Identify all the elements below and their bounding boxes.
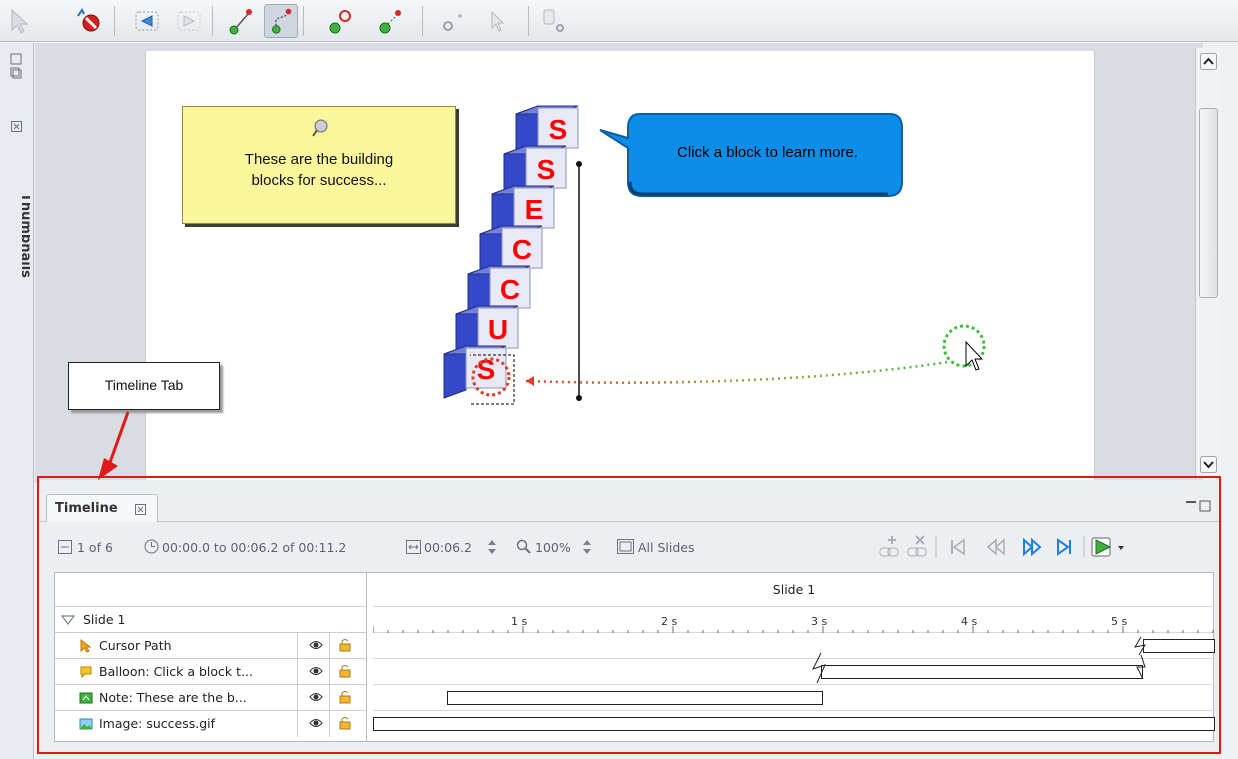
slide-icon xyxy=(58,540,72,554)
visibility-eye-icon[interactable] xyxy=(309,691,323,703)
path-curve-icon[interactable] xyxy=(264,4,298,38)
transition-icon xyxy=(812,652,826,684)
fast-forward-icon[interactable] xyxy=(1023,537,1042,557)
rewind-icon[interactable] xyxy=(986,538,1005,556)
lock-icon[interactable] xyxy=(339,638,351,652)
delete-no-entry-icon[interactable] xyxy=(72,4,106,38)
lock-icon[interactable] xyxy=(339,664,351,678)
timeline-slide-title: Slide 1 xyxy=(772,582,816,597)
scroll-up-icon[interactable] xyxy=(1200,53,1217,70)
minimize-maximize-icon[interactable] xyxy=(1184,498,1214,514)
timeline-controls xyxy=(879,535,1124,558)
clock-icon xyxy=(144,539,159,554)
go-last-icon[interactable] xyxy=(1057,538,1071,556)
callout-text: Timeline Tab xyxy=(104,377,184,393)
layer-label: Slide 1 xyxy=(83,612,126,627)
all-slides-icon[interactable] xyxy=(617,539,634,554)
layer-label: Cursor Path xyxy=(99,638,172,653)
image-icon xyxy=(79,718,93,730)
side-panel-strip: Thumbnails xyxy=(0,43,34,759)
layer-label: Image: success.gif xyxy=(99,716,216,731)
visibility-eye-icon[interactable] xyxy=(309,639,323,651)
duration-stepper-icon[interactable] xyxy=(487,538,497,556)
play-icon[interactable] xyxy=(1091,537,1112,557)
layer-row-note[interactable]: Note: These are the b... xyxy=(55,685,367,711)
cursor-icon xyxy=(80,639,92,653)
timeline-bar-balloon[interactable] xyxy=(821,665,1143,679)
thumbnails-label: Thumbnails xyxy=(18,193,30,278)
go-first-icon[interactable] xyxy=(951,538,965,556)
thumbnails-tab[interactable]: Thumbnails xyxy=(4,193,30,303)
timeline-grid: Slide 1 Cursor Path Balloon: Click a blo… xyxy=(54,572,1215,742)
timeline-tab-callout: Timeline Tab xyxy=(68,362,220,410)
track-balloon[interactable] xyxy=(373,652,1215,685)
track-cursor[interactable] xyxy=(373,633,1215,659)
path-split-icon[interactable] xyxy=(374,4,408,38)
expand-triangle-icon[interactable] xyxy=(61,615,75,625)
back-arrow-icon[interactable] xyxy=(130,4,164,38)
restore-icon[interactable] xyxy=(10,53,22,81)
cursor-point-icon[interactable] xyxy=(480,4,514,38)
timeline-ruler[interactable]: 1 s 2 s 3 s 4 s 5 s xyxy=(373,607,1215,633)
timeline-tab[interactable]: Timeline xyxy=(46,494,158,522)
callout-arrow-icon xyxy=(98,411,130,480)
link-add-icon[interactable] xyxy=(879,536,899,557)
pushpin-icon xyxy=(312,119,328,137)
timeline-layers: Slide 1 Cursor Path Balloon: Click a blo… xyxy=(55,573,367,741)
hand-point-icon[interactable] xyxy=(536,4,570,38)
timeline-bar-image[interactable] xyxy=(373,717,1215,731)
slide-count: 1 of 6 xyxy=(77,540,113,555)
path-join-icon[interactable] xyxy=(324,4,358,38)
note-caption[interactable]: These are the building blocks for succes… xyxy=(182,106,456,224)
track-note[interactable] xyxy=(373,685,1215,711)
play-dropdown-icon[interactable] xyxy=(1118,546,1124,550)
track-image[interactable] xyxy=(373,711,1215,737)
layer-row-cursor[interactable]: Cursor Path xyxy=(55,633,367,659)
duration-icon xyxy=(406,540,421,554)
zoom-icon xyxy=(516,539,531,554)
cursor-path[interactable] xyxy=(470,150,1010,410)
close-icon[interactable] xyxy=(135,504,146,515)
all-slides-label[interactable]: All Slides xyxy=(638,540,695,555)
note-text: These are the building blocks for succes… xyxy=(244,151,394,189)
layers-header xyxy=(55,573,367,607)
layer-row-balloon[interactable]: Balloon: Click a block t... xyxy=(55,659,367,685)
select-arrow-icon[interactable] xyxy=(4,4,38,38)
app-window: Thumbnails These are the building blocks… xyxy=(0,0,1238,759)
timeline-tab-label: Timeline xyxy=(55,501,118,516)
zoom-value[interactable]: 100% xyxy=(535,540,571,555)
layer-label: Balloon: Click a block t... xyxy=(99,664,253,679)
timeline-bar-note[interactable] xyxy=(447,691,823,705)
scroll-thumb[interactable] xyxy=(1199,108,1218,298)
zoom-stepper-icon[interactable] xyxy=(582,538,592,556)
layer-row-slide[interactable]: Slide 1 xyxy=(55,607,367,633)
transition-icon xyxy=(1136,654,1146,680)
layer-row-image[interactable]: Image: success.gif xyxy=(55,711,367,737)
lock-icon[interactable] xyxy=(339,690,351,704)
timeline-slide-header: Slide 1 xyxy=(373,573,1215,607)
timeline-tracks: Slide 1 1 s 2 s 3 s 4 s 5 s xyxy=(373,573,1215,741)
timeline-panel: Timeline 1 of 6 00:00.0 to 00:06.2 of 00… xyxy=(40,480,1220,756)
add-point-icon[interactable] xyxy=(436,4,470,38)
forward-arrow-icon[interactable] xyxy=(172,4,206,38)
block-letter: S xyxy=(549,114,568,145)
note-icon xyxy=(79,692,93,704)
timeline-header: Timeline xyxy=(40,492,1220,522)
vertical-scrollbar[interactable] xyxy=(1195,48,1221,478)
close-icon[interactable] xyxy=(11,121,22,132)
lock-icon[interactable] xyxy=(339,716,351,730)
visibility-eye-icon[interactable] xyxy=(309,717,323,729)
duration-value[interactable]: 00:06.2 xyxy=(424,540,472,555)
time-range: 00:00.0 to 00:06.2 of 00:11.2 xyxy=(162,540,347,555)
layer-label: Note: These are the b... xyxy=(99,690,247,705)
balloon-icon xyxy=(80,666,92,679)
main-toolbar xyxy=(0,0,1238,42)
scroll-down-icon[interactable] xyxy=(1200,456,1217,473)
ruler-ticks xyxy=(373,626,1214,633)
visibility-eye-icon[interactable] xyxy=(309,665,323,677)
link-remove-icon[interactable] xyxy=(907,535,927,557)
timeline-bar-cursor[interactable] xyxy=(1143,639,1215,653)
path-straight-icon[interactable] xyxy=(224,4,258,38)
